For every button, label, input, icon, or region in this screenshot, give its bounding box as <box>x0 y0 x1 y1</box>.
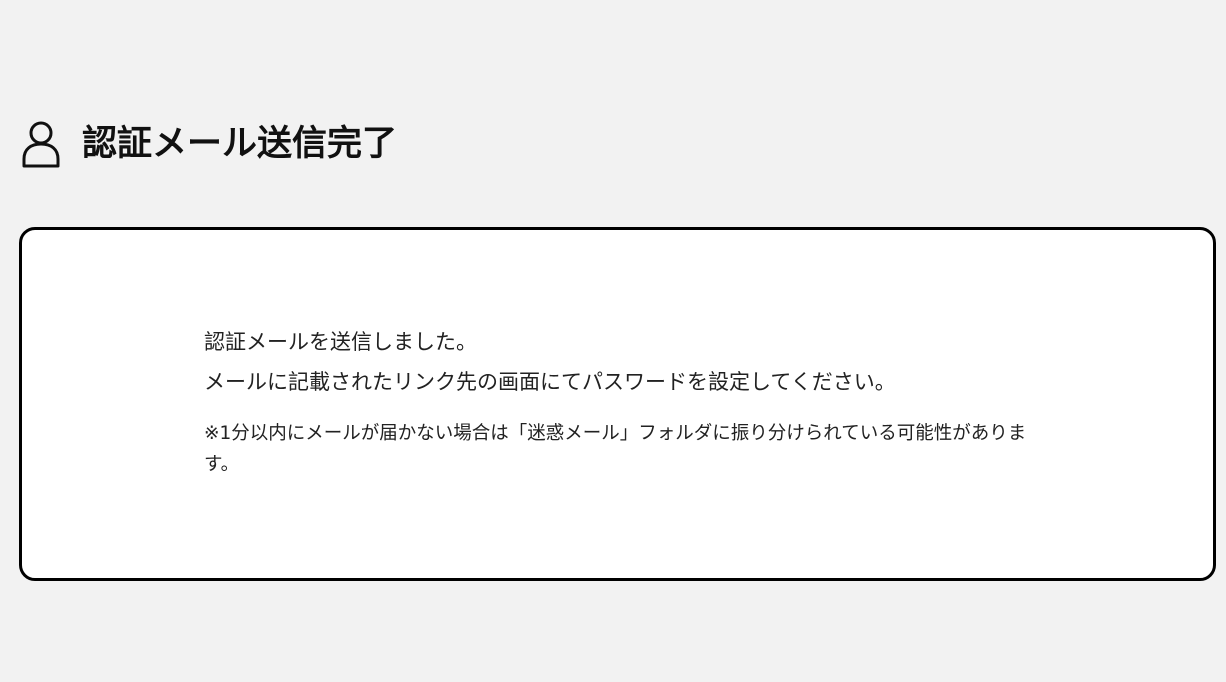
page: 認証メール送信完了 認証メールを送信しました。 メールに記載されたリンク先の画面… <box>0 0 1226 682</box>
page-title: 認証メール送信完了 <box>82 124 398 164</box>
sent-message: 認証メールを送信しました。 <box>204 330 477 354</box>
message-card: 認証メールを送信しました。 メールに記載されたリンク先の画面にてパスワードを設定… <box>19 227 1216 581</box>
user-icon <box>22 121 60 168</box>
spam-folder-note: ※1分以内にメールが届かない場合は「迷惑メール」フォルダに振り分けられている可能… <box>204 423 1027 475</box>
instruction-message: メールに記載されたリンク先の画面にてパスワードを設定してください。 <box>204 370 896 394</box>
page-header: 認証メール送信完了 <box>22 118 397 170</box>
message-body: 認証メールを送信しました。 メールに記載されたリンク先の画面にてパスワードを設定… <box>204 322 1104 480</box>
